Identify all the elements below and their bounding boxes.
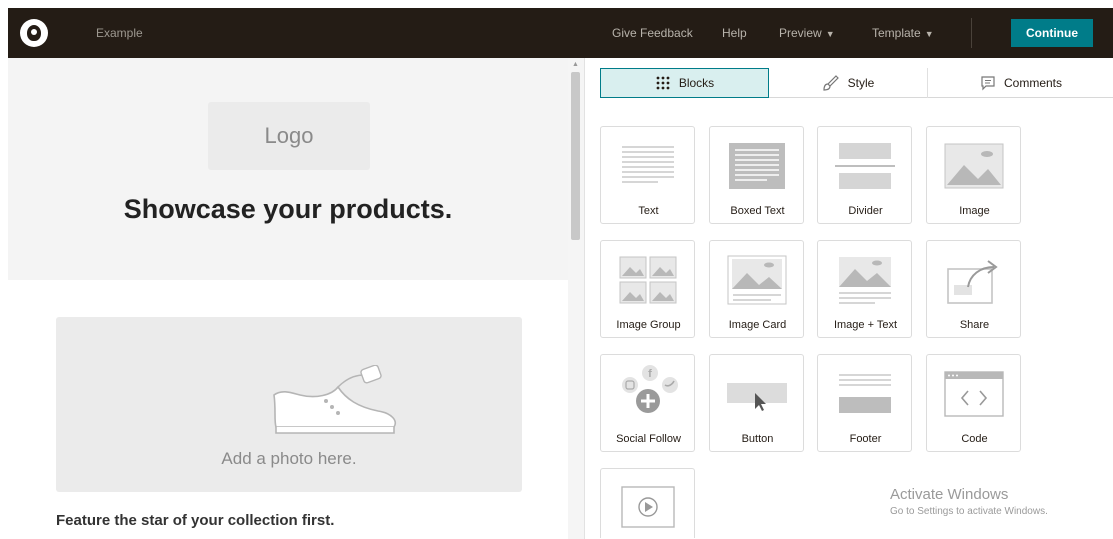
preview-scrollbar[interactable]: ▲	[568, 58, 584, 539]
block-image-card[interactable]: Image Card	[709, 240, 804, 338]
blocks-grid-icon	[656, 76, 670, 90]
image-icon	[944, 143, 1004, 189]
block-social-follow[interactable]: f Social Follow	[600, 354, 695, 452]
tab-comments-label: Comments	[1003, 76, 1062, 90]
block-footer[interactable]: Footer	[817, 354, 912, 452]
block-text[interactable]: Text	[600, 126, 695, 224]
button-block-icon	[727, 383, 787, 411]
tab-style-label: Style	[847, 76, 875, 90]
block-image[interactable]: Image	[926, 126, 1021, 224]
block-image-group[interactable]: Image Group	[600, 240, 695, 338]
continue-button[interactable]: Continue	[1011, 19, 1093, 47]
block-label: Image Card	[728, 319, 787, 331]
block-button[interactable]: Button	[709, 354, 804, 452]
hero-title[interactable]: Showcase your products.	[8, 194, 568, 225]
block-label: Image + Text	[833, 319, 898, 331]
content-panel: Blocks Style Comments Text Boxed Text Di…	[584, 58, 1113, 539]
scroll-up-arrow-icon[interactable]: ▲	[572, 61, 579, 68]
tab-blocks[interactable]: Blocks	[600, 68, 769, 98]
video-icon	[621, 486, 675, 528]
comment-icon	[981, 76, 995, 91]
chevron-down-icon: ▼	[924, 29, 934, 39]
logo-placeholder[interactable]: Logo	[208, 102, 370, 170]
feature-text[interactable]: Feature the star of your collection firs…	[56, 512, 334, 529]
block-label: Image	[959, 205, 990, 217]
image-text-icon	[839, 257, 891, 304]
boxed-text-icon	[729, 143, 785, 189]
code-icon	[944, 371, 1004, 417]
block-code[interactable]: Code	[926, 354, 1021, 452]
give-feedback-link[interactable]: Give Feedback	[612, 26, 693, 40]
block-label: Image Group	[616, 319, 681, 331]
hero-section[interactable]: Logo Showcase your products.	[8, 58, 568, 280]
photo-placeholder-label: Add a photo here.	[221, 449, 357, 468]
topbar-divider	[971, 18, 972, 48]
tab-comments[interactable]: Comments	[928, 68, 1113, 98]
block-label: Divider	[848, 205, 883, 217]
block-share[interactable]: Share	[926, 240, 1021, 338]
photo-placeholder[interactable]: Add a photo here.	[56, 317, 522, 492]
block-label: Button	[741, 433, 774, 445]
panel-tabs: Blocks Style Comments	[600, 68, 1113, 98]
footer-icon	[839, 374, 891, 413]
image-group-icon	[619, 256, 677, 304]
text-block-icon	[622, 146, 674, 183]
shoe-icon	[273, 365, 396, 434]
mailchimp-logo-icon[interactable]	[20, 19, 48, 47]
preview-menu-label: Preview	[779, 26, 822, 40]
block-label: Social Follow	[616, 433, 681, 445]
template-menu-label: Template	[872, 26, 921, 40]
top-bar: Example Give Feedback Help Preview ▼ Temp…	[8, 8, 1113, 58]
chevron-down-icon: ▼	[825, 29, 835, 39]
style-brush-icon	[823, 75, 839, 91]
scroll-thumb[interactable]	[571, 72, 580, 240]
block-label: Share	[959, 319, 990, 331]
divider-icon	[835, 143, 895, 189]
block-label: Footer	[849, 433, 882, 445]
block-video[interactable]	[600, 468, 695, 538]
tab-blocks-label: Blocks	[678, 76, 715, 90]
svg-text:f: f	[648, 368, 652, 380]
social-follow-icon: f	[622, 365, 678, 413]
block-divider[interactable]: Divider	[817, 126, 912, 224]
tab-style[interactable]: Style	[769, 68, 927, 98]
preview-menu[interactable]: Preview ▼	[779, 26, 835, 40]
template-menu[interactable]: Template ▼	[872, 26, 934, 40]
image-card-icon	[727, 255, 787, 305]
block-label: Code	[961, 433, 988, 445]
campaign-name[interactable]: Example	[96, 26, 143, 40]
share-icon	[947, 260, 998, 304]
block-label: Boxed Text	[730, 205, 785, 217]
block-label: Text	[638, 205, 659, 217]
block-image-text[interactable]: Image + Text	[817, 240, 912, 338]
block-boxed-text[interactable]: Boxed Text	[709, 126, 804, 224]
help-link[interactable]: Help	[722, 26, 747, 40]
email-preview[interactable]: Logo Showcase your products. Add a photo…	[8, 58, 568, 539]
